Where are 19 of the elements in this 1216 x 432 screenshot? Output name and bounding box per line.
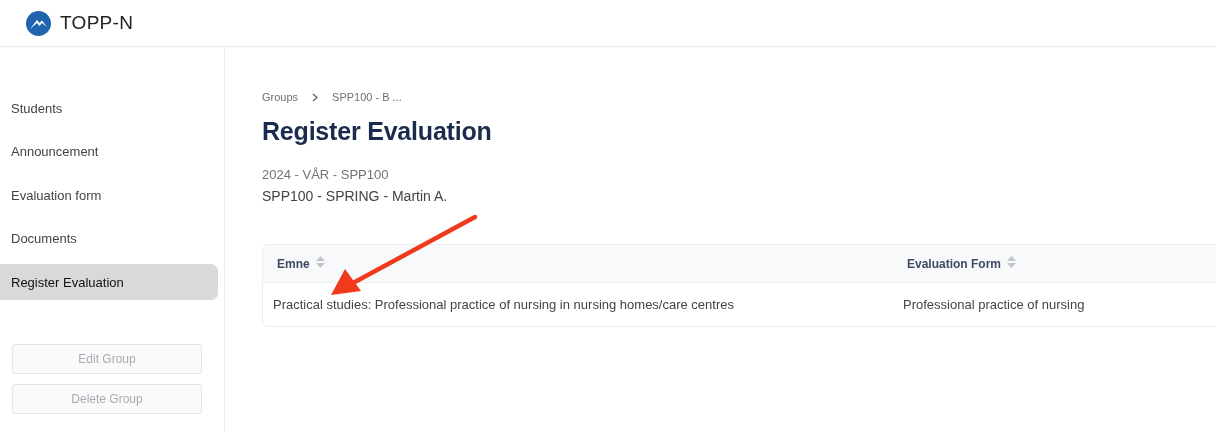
breadcrumb-link[interactable]: SPP100 - B ... [332,91,402,103]
table-cell-text: Professional practice of nursing [902,296,1086,314]
column-header[interactable]: Evaluation Form [893,245,1216,283]
breadcrumb-link[interactable]: Groups [262,91,299,103]
page-title: Register Evaluation [262,117,493,146]
sidebar-item[interactable]: Students [0,90,218,126]
subtitle: 2024 - VÅR - SPP100 [262,167,390,182]
sidebar-item[interactable]: Register Evaluation [0,264,218,300]
sidebar-item[interactable]: Documents [0,220,218,257]
sort-icon[interactable] [1007,256,1016,268]
chevron-right-icon [312,92,319,102]
logo-icon [26,10,51,36]
sort-icon[interactable] [315,256,325,268]
app-name: TOPP-N [60,12,134,34]
sidebar-item[interactable]: Announcement [0,133,218,170]
column-header[interactable]: Emne [263,245,893,283]
subtitle: SPP100 - SPRING - Martin A. [262,188,449,204]
sidebar-item[interactable]: Evaluation form [0,177,218,213]
table-cell-text: Practical studies: Professional practice of nursing in nursing homes/care centres [272,296,735,314]
